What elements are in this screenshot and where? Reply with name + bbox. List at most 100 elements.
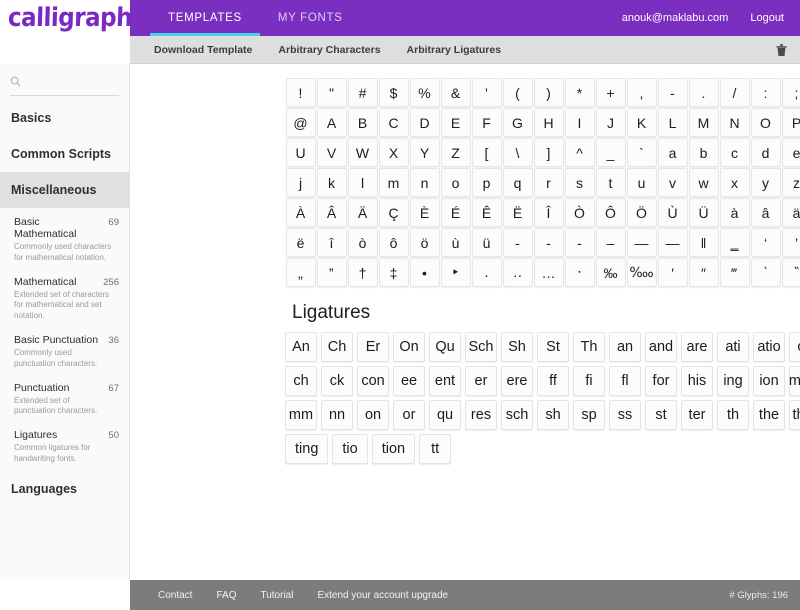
character-tile[interactable]: ü xyxy=(471,228,502,257)
character-tile[interactable]: q xyxy=(502,168,533,197)
ligature-tile[interactable]: and xyxy=(645,332,677,362)
character-tile[interactable]: / xyxy=(719,78,750,107)
character-tile[interactable]: ë xyxy=(285,228,316,257)
character-tile[interactable]: , xyxy=(626,78,657,107)
character-tile[interactable]: + xyxy=(595,78,626,107)
ligature-tile[interactable]: On xyxy=(393,332,425,362)
character-tile[interactable]: l xyxy=(347,168,378,197)
ligature-tile[interactable]: tio xyxy=(332,434,368,464)
subbar-item-arbitrary-ligatures[interactable]: Arbitrary Ligatures xyxy=(407,44,502,56)
ligature-tile[interactable]: Er xyxy=(357,332,389,362)
character-tile[interactable]: É xyxy=(440,198,471,227)
character-tile[interactable]: È xyxy=(409,198,440,227)
brand-logo-container[interactable]: calligraphr xyxy=(0,0,143,36)
character-tile[interactable]: ‧ xyxy=(564,258,595,287)
character-tile[interactable]: â xyxy=(750,198,781,227)
character-tile[interactable]: J xyxy=(595,108,626,137)
character-tile[interactable]: ^ xyxy=(564,138,595,167)
character-tile[interactable]: " xyxy=(316,78,347,107)
ligature-tile[interactable]: tion xyxy=(371,434,416,464)
character-tile[interactable]: u xyxy=(626,168,657,197)
character-tile[interactable]: k xyxy=(316,168,347,197)
character-tile[interactable]: a xyxy=(657,138,688,167)
character-tile[interactable]: - xyxy=(657,78,688,107)
ligature-tile[interactable]: ch xyxy=(285,366,317,396)
character-tile[interactable]: w xyxy=(688,168,719,197)
character-tile[interactable]: ô xyxy=(378,228,409,257)
character-tile[interactable]: Â xyxy=(316,198,347,227)
character-tile[interactable]: $ xyxy=(378,78,409,107)
character-tile[interactable]: ; xyxy=(781,78,800,107)
ligature-tile[interactable]: Sh xyxy=(501,332,533,362)
character-tile[interactable]: ‰ xyxy=(595,258,626,287)
character-tile[interactable]: ’ xyxy=(781,228,800,257)
footer-link-faq[interactable]: FAQ xyxy=(216,590,236,601)
character-tile[interactable]: t xyxy=(595,168,626,197)
ligature-tile[interactable]: ck xyxy=(321,366,353,396)
ligature-tile[interactable]: er xyxy=(465,366,497,396)
character-tile[interactable]: O xyxy=(750,108,781,137)
character-tile[interactable]: ] xyxy=(533,138,564,167)
character-tile[interactable]: v xyxy=(657,168,688,197)
ligature-tile[interactable]: tt xyxy=(419,434,452,464)
character-tile[interactable]: G xyxy=(502,108,533,137)
character-tile[interactable]: L xyxy=(657,108,688,137)
character-tile[interactable]: ( xyxy=(502,78,533,107)
character-tile[interactable]: N xyxy=(719,108,750,137)
character-tile[interactable]: • xyxy=(409,258,440,287)
sidebar-set-mathematical[interactable]: Mathematical 256 Extended set of charact… xyxy=(0,270,129,328)
tab-my-fonts[interactable]: MY FONTS xyxy=(260,0,361,36)
ligature-tile[interactable]: sp xyxy=(573,400,605,430)
ligature-tile[interactable]: qu xyxy=(429,400,461,430)
character-tile[interactable]: D xyxy=(409,108,440,137)
character-tile[interactable]: à xyxy=(719,198,750,227)
ligature-tile[interactable]: ther xyxy=(789,400,800,430)
character-tile[interactable]: e xyxy=(781,138,800,167)
sidebar-category-miscellaneous[interactable]: Miscellaneous xyxy=(0,172,129,208)
character-tile[interactable]: ‑ xyxy=(564,228,595,257)
character-tile[interactable]: ` xyxy=(626,138,657,167)
character-tile[interactable]: ‐ xyxy=(533,228,564,257)
ligature-tile[interactable]: ere xyxy=(501,366,533,396)
footer-link-tutorial[interactable]: Tutorial xyxy=(260,590,293,601)
character-tile[interactable]: : xyxy=(750,78,781,107)
character-tile[interactable]: Ò xyxy=(564,198,595,227)
character-tile[interactable]: # xyxy=(347,78,378,107)
sidebar-category-basics[interactable]: Basics xyxy=(0,100,129,136)
character-tile[interactable]: – xyxy=(595,228,626,257)
character-tile[interactable]: r xyxy=(533,168,564,197)
character-tile[interactable]: y xyxy=(750,168,781,197)
character-tile[interactable]: V xyxy=(316,138,347,167)
character-tile[interactable]: À xyxy=(285,198,316,227)
ligature-tile[interactable]: an xyxy=(609,332,641,362)
ligature-tile[interactable]: ff xyxy=(537,366,569,396)
character-tile[interactable]: ′ xyxy=(657,258,688,287)
character-tile[interactable]: X xyxy=(378,138,409,167)
ligature-tile[interactable]: ati xyxy=(717,332,749,362)
character-tile[interactable]: ä xyxy=(781,198,800,227)
ligature-tile[interactable]: An xyxy=(285,332,317,362)
character-tile[interactable]: C xyxy=(378,108,409,137)
character-tile[interactable]: ‥ xyxy=(502,258,533,287)
character-tile[interactable]: ö xyxy=(409,228,440,257)
character-tile[interactable]: Ç xyxy=(378,198,409,227)
sidebar-set-basic-punctuation[interactable]: Basic Punctuation 36 Commonly used punct… xyxy=(0,328,129,376)
character-tile[interactable]: M xyxy=(688,108,719,137)
ligature-tile[interactable]: atio xyxy=(753,332,785,362)
character-tile[interactable]: m xyxy=(378,168,409,197)
character-tile[interactable]: ‘ xyxy=(750,228,781,257)
character-tile[interactable]: [ xyxy=(471,138,502,167)
ligature-tile[interactable]: th xyxy=(717,400,749,430)
character-tile[interactable]: ‣ xyxy=(440,258,471,287)
sidebar-set-punctuation[interactable]: Punctuation 67 Extended set of punctuati… xyxy=(0,376,129,424)
ligature-tile[interactable]: sh xyxy=(537,400,569,430)
character-tile[interactable]: b xyxy=(688,138,719,167)
character-tile[interactable]: „ xyxy=(285,258,316,287)
ligature-tile[interactable]: cb xyxy=(789,332,800,362)
character-tile[interactable]: x xyxy=(719,168,750,197)
ligature-tile[interactable]: sch xyxy=(501,400,533,430)
character-tile[interactable]: Ä xyxy=(347,198,378,227)
character-tile[interactable]: H xyxy=(533,108,564,137)
character-tile[interactable]: n xyxy=(409,168,440,197)
ligature-tile[interactable]: Th xyxy=(573,332,605,362)
